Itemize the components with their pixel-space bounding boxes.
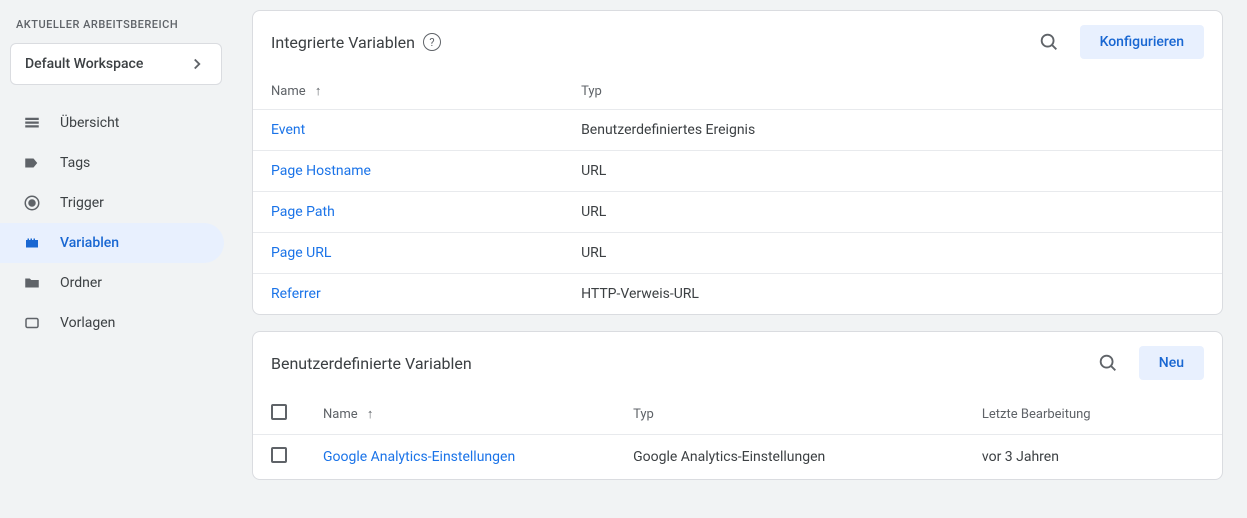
column-header-label: Name [271, 84, 306, 99]
sidebar-item-templates[interactable]: Vorlagen [0, 303, 224, 343]
trigger-icon [22, 193, 42, 213]
column-header-type[interactable]: Typ [563, 73, 1222, 110]
card-header: Integrierte Variablen ? Konfigurieren [253, 11, 1222, 73]
card-header: Benutzerdefinierte Variablen Neu [253, 332, 1222, 394]
variable-type: URL [563, 151, 1222, 192]
table-row[interactable]: Google Analytics-Einstellungen Google An… [253, 435, 1222, 480]
column-header-checkbox[interactable] [253, 394, 305, 435]
sidebar-item-variables[interactable]: Variablen [0, 223, 224, 263]
overview-icon [22, 113, 42, 133]
sidebar-item-label: Ordner [60, 275, 102, 291]
row-checkbox[interactable] [271, 447, 287, 463]
card-title: Benutzerdefinierte Variablen [271, 354, 472, 373]
sort-arrow-up-icon: ↑ [315, 84, 322, 99]
custom-variables-table: Name ↑ Typ Letzte Bearbeitung Google Ana… [253, 394, 1222, 479]
card-title: Integrierte Variablen ? [271, 33, 441, 52]
variable-type: Google Analytics-Einstellungen [615, 435, 964, 480]
search-button[interactable] [1032, 25, 1066, 59]
variable-type: URL [563, 192, 1222, 233]
column-header-name[interactable]: Name ↑ [305, 394, 615, 435]
table-row[interactable]: Referrer HTTP-Verweis-URL [253, 274, 1222, 315]
variable-name-link[interactable]: Google Analytics-Einstellungen [323, 449, 515, 465]
card-actions: Neu [1091, 346, 1204, 380]
search-button[interactable] [1091, 346, 1125, 380]
sidebar-item-tags[interactable]: Tags [0, 143, 224, 183]
card-actions: Konfigurieren [1032, 25, 1204, 59]
sidebar-item-label: Variablen [60, 235, 119, 251]
main-content: Integrierte Variablen ? Konfigurieren Na… [240, 0, 1247, 506]
variable-type: Benutzerdefiniertes Ereignis [563, 110, 1222, 151]
builtin-variables-card: Integrierte Variablen ? Konfigurieren Na… [252, 10, 1223, 315]
configure-button[interactable]: Konfigurieren [1080, 25, 1204, 59]
variable-type: URL [563, 233, 1222, 274]
sidebar-item-folders[interactable]: Ordner [0, 263, 224, 303]
sort-arrow-up-icon: ↑ [367, 407, 374, 422]
table-row[interactable]: Page Path URL [253, 192, 1222, 233]
sidebar-item-label: Übersicht [60, 115, 119, 131]
custom-variables-card: Benutzerdefinierte Variablen Neu Name ↑ [252, 331, 1223, 480]
table-row[interactable]: Event Benutzerdefiniertes Ereignis [253, 110, 1222, 151]
sidebar-item-label: Tags [60, 155, 90, 171]
sidebar: AKTUELLER ARBEITSBEREICH Default Workspa… [0, 0, 240, 506]
column-header-name[interactable]: Name ↑ [253, 73, 563, 110]
table-row[interactable]: Page URL URL [253, 233, 1222, 274]
variable-name-link[interactable]: Page Hostname [271, 163, 371, 179]
column-header-edited[interactable]: Letzte Bearbeitung [964, 394, 1222, 435]
variable-name-link[interactable]: Page URL [271, 245, 331, 261]
chevron-right-icon [187, 54, 207, 74]
search-icon [1097, 352, 1119, 374]
variable-name-link[interactable]: Referrer [271, 286, 321, 302]
variable-type: HTTP-Verweis-URL [563, 274, 1222, 315]
variable-name-link[interactable]: Page Path [271, 204, 335, 220]
nav-list: Übersicht Tags Trigger Variablen Ordner [0, 103, 232, 343]
variable-icon [22, 233, 42, 253]
folder-icon [22, 273, 42, 293]
builtin-variables-table: Name ↑ Typ Event Benutzerdefiniertes Ere… [253, 73, 1222, 314]
tag-icon [22, 153, 42, 173]
workspace-name: Default Workspace [25, 56, 143, 72]
template-icon [22, 313, 42, 333]
workspace-section-label: AKTUELLER ARBEITSBEREICH [0, 12, 232, 37]
sidebar-item-label: Vorlagen [60, 315, 115, 331]
new-button[interactable]: Neu [1139, 346, 1204, 380]
sidebar-item-trigger[interactable]: Trigger [0, 183, 224, 223]
variable-edited: vor 3 Jahren [964, 435, 1222, 480]
builtin-title-text: Integrierte Variablen [271, 33, 415, 52]
sidebar-item-overview[interactable]: Übersicht [0, 103, 224, 143]
column-header-type[interactable]: Typ [615, 394, 964, 435]
table-row[interactable]: Page Hostname URL [253, 151, 1222, 192]
variable-name-link[interactable]: Event [271, 122, 305, 138]
search-icon [1038, 31, 1060, 53]
column-header-label: Name [323, 407, 358, 422]
select-all-checkbox[interactable] [271, 404, 287, 420]
sidebar-item-label: Trigger [60, 195, 104, 211]
help-icon[interactable]: ? [423, 33, 441, 51]
workspace-selector[interactable]: Default Workspace [10, 43, 222, 85]
